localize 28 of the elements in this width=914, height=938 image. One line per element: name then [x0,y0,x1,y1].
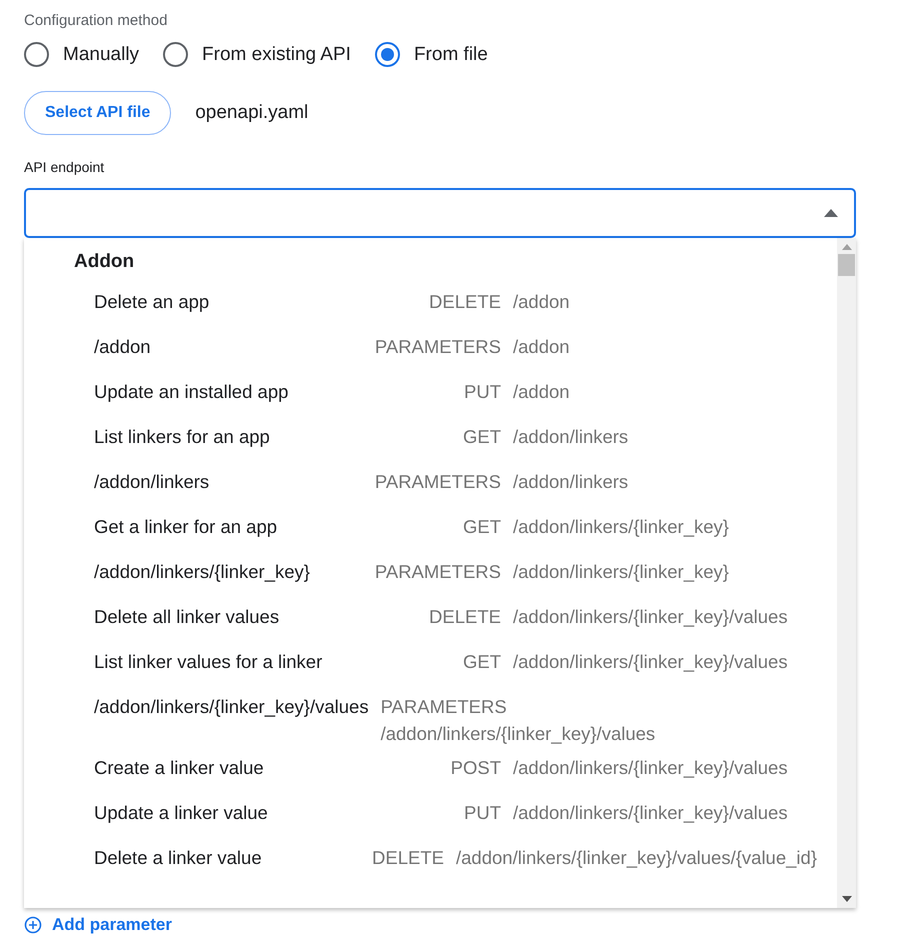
endpoint-option[interactable]: Delete a linker value DELETE /addon/linkers/{linker_key}/values/{value_id} [74,838,837,883]
endpoint-option[interactable]: Delete all linker values DELETE /addon/linkers/{linker_key}/values [74,596,837,642]
endpoint-option[interactable]: Create a linker value POST /addon/linkers/{linker_key}/values [74,748,837,793]
radio-option[interactable]: Manually [24,40,140,69]
select-file-button[interactable]: Select API file [24,91,172,135]
scroll-down-icon[interactable] [842,896,852,902]
endpoint-option[interactable]: Delete an app DELETE /addon [74,282,837,326]
endpoint-option[interactable]: /addon/linkers/{linker_key} PARAMETERS /addon/linkers/{linker_key} [74,552,837,596]
endpoint-option[interactable]: List linkers for an app GET /addon/linkers [74,416,837,462]
add-icon [24,916,42,934]
endpoint-option[interactable]: /addon/linkers PARAMETERS /addon/linkers [74,462,837,506]
endpoint-option[interactable]: Update a linker value PUT /addon/linkers/{linker_key}/values [74,793,837,838]
file-name: openapi.yaml [195,100,308,125]
endpoint-option[interactable]: /addon PARAMETERS /addon [74,326,837,372]
endpoint-option[interactable]: Update an installed app PUT /addon [74,372,837,416]
group-label: Configuration method [24,11,168,31]
endpoint-option[interactable]: /addon/linkers/{linker_key}/values PARAMETERS /addon/linkers/{linker_key}/values [74,686,837,748]
radio-option[interactable]: From existing API [163,40,351,69]
endpoint-option[interactable]: List linker values for a linker GET /addon/linkers/{linker_key}/values [74,642,837,686]
scroll-thumb[interactable] [838,254,855,276]
add-parameter-button[interactable]: Add parameter [24,912,172,938]
field-label: API endpoint [24,158,106,177]
endpoint-option[interactable]: Get a linker for an app GET /addon/linkers/{linker_key} [74,506,837,552]
caret-icon[interactable] [824,209,838,217]
scrollbar[interactable] [837,238,856,908]
endpoint-field[interactable] [24,188,856,238]
radio-option[interactable]: From file [374,40,488,69]
group-heading: Addon [74,250,136,274]
